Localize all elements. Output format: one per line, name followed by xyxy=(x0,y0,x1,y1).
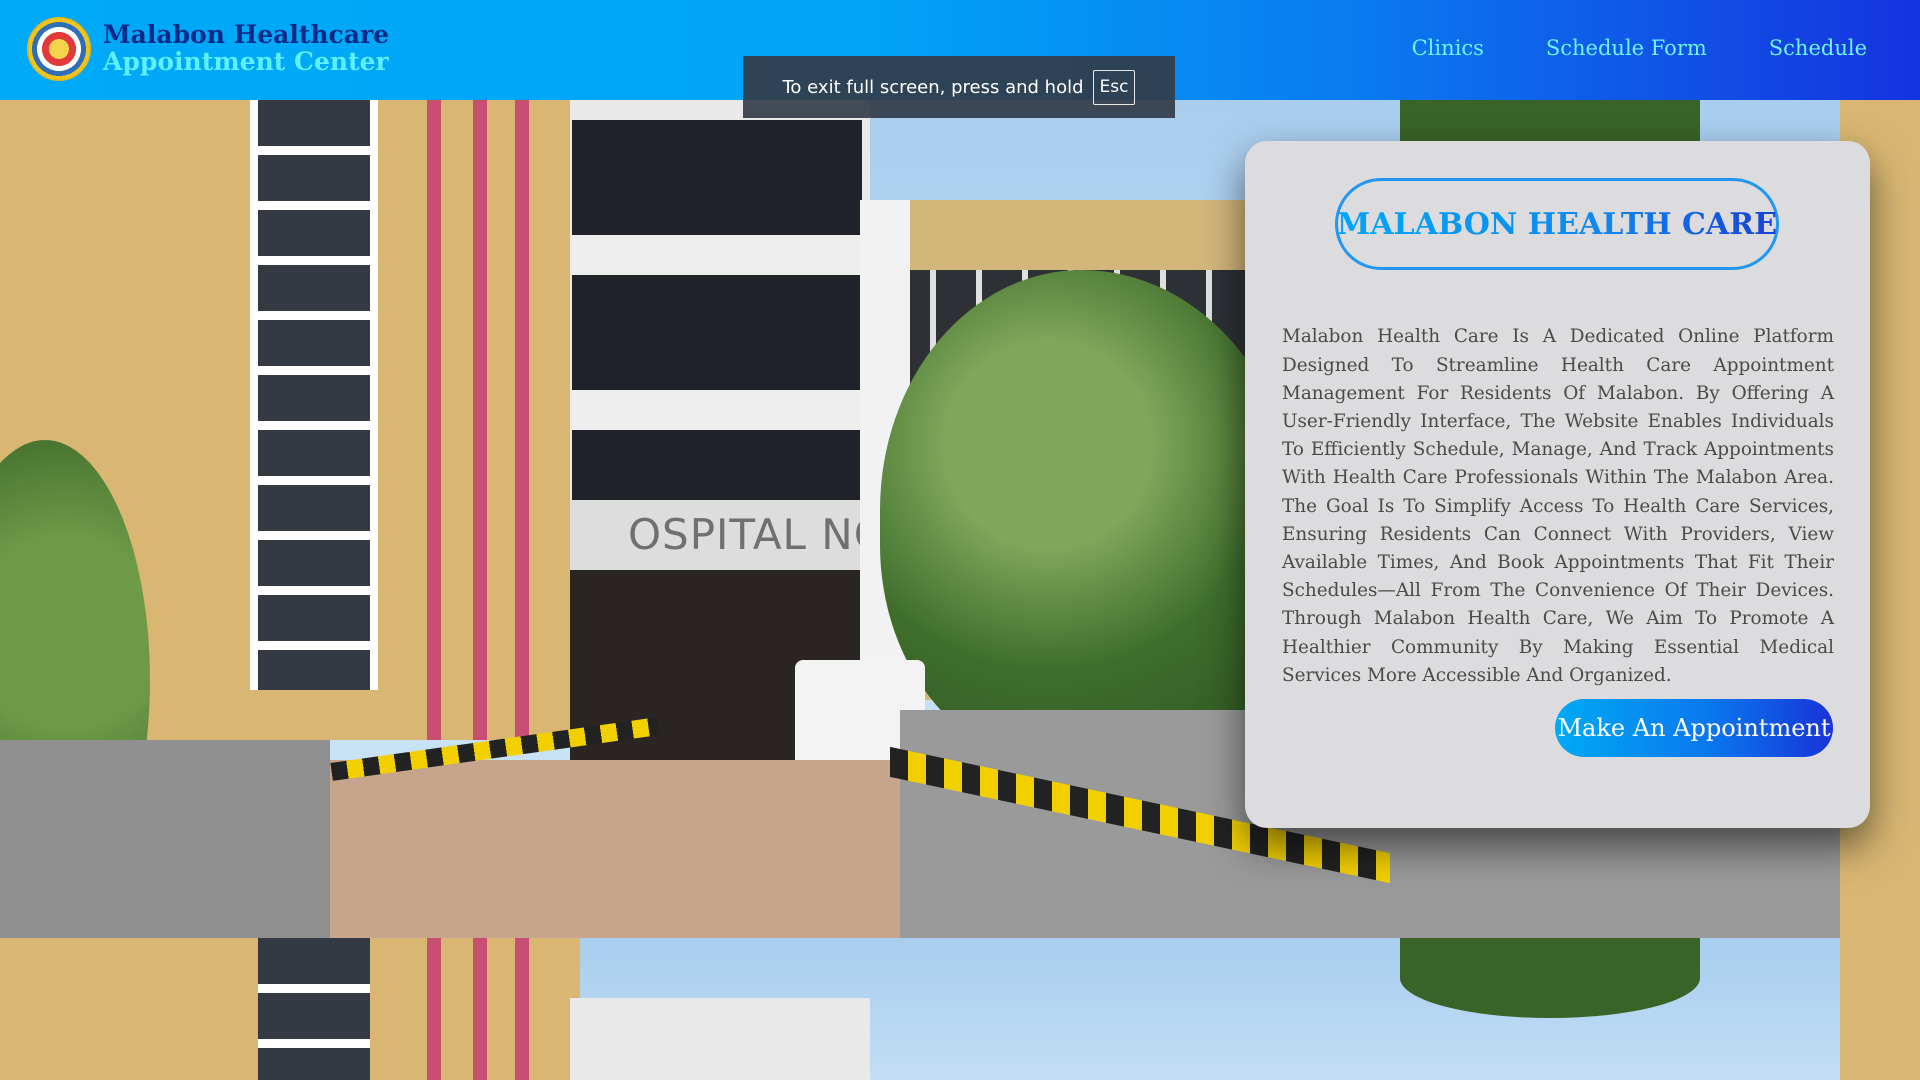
main-nav: Clinics Schedule Form Schedule xyxy=(1412,36,1867,60)
card-title-pill: MALABON HEALTH CARE xyxy=(1335,178,1779,270)
nav-schedule[interactable]: Schedule xyxy=(1769,36,1867,60)
brand-subtitle[interactable]: Appointment Center xyxy=(103,47,389,76)
hospital-hero-image-repeat xyxy=(0,938,1920,1080)
make-appointment-button[interactable]: Make An Appointment xyxy=(1555,699,1833,757)
building-sign: OSPITAL NG xyxy=(628,510,888,559)
card-title: MALABON HEALTH CARE xyxy=(1337,206,1777,242)
nav-clinics[interactable]: Clinics xyxy=(1412,36,1484,60)
fullscreen-exit-notice: To exit full screen, press and hold Esc xyxy=(743,56,1175,118)
intro-card: MALABON HEALTH CARE Malabon Health Care … xyxy=(1245,141,1870,828)
fullscreen-notice-text: To exit full screen, press and hold xyxy=(782,76,1084,98)
brand-title[interactable]: Malabon Healthcare xyxy=(103,20,389,49)
city-seal-logo[interactable] xyxy=(27,17,91,81)
nav-schedule-form[interactable]: Schedule Form xyxy=(1546,36,1707,60)
card-description: Malabon Health Care Is A Dedicated Onlin… xyxy=(1282,326,1834,686)
esc-key-badge: Esc xyxy=(1092,69,1136,105)
